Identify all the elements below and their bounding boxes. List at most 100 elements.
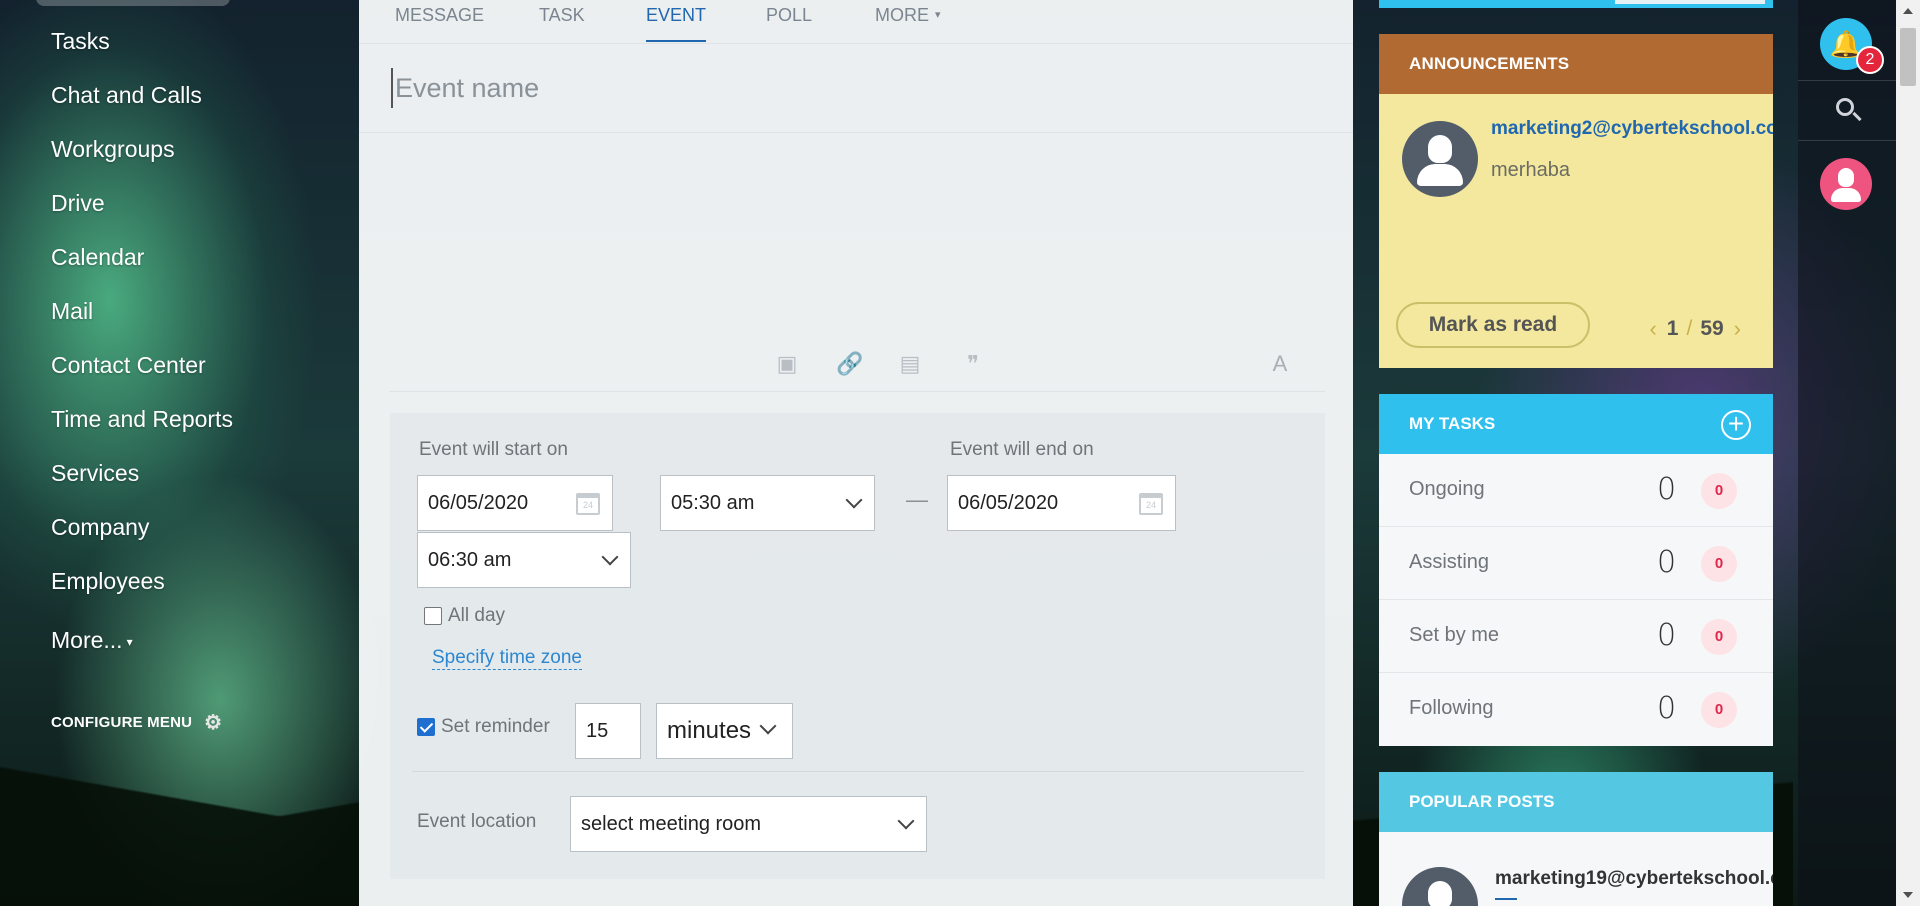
reminder-unit-value: minutes — [667, 717, 752, 744]
location-value: select meeting room — [581, 812, 762, 835]
user-profile-icon[interactable] — [1820, 158, 1872, 210]
mark-as-read-button[interactable]: Mark as read — [1396, 302, 1590, 348]
tab-task[interactable]: TASK — [539, 2, 585, 42]
chevron-right-icon[interactable]: › — [1734, 316, 1741, 342]
sidebar-item-more-label: More... — [51, 627, 123, 653]
announcement-message: merhaba — [1491, 159, 1570, 181]
start-time-select[interactable]: 05:30 am — [660, 475, 875, 531]
event-location-label: Event location — [417, 811, 537, 832]
start-time-value: 05:30 am — [671, 491, 755, 514]
task-row-count: 0 — [1657, 472, 1677, 507]
task-row-badge: 0 — [1701, 619, 1737, 655]
task-row-label: Assisting — [1409, 551, 1490, 573]
pager-total: 59 — [1700, 317, 1724, 340]
avatar[interactable] — [1402, 867, 1478, 906]
calendar-icon[interactable]: 24 — [576, 493, 600, 515]
task-row-assisting[interactable]: Assisting 0 0 — [1379, 527, 1773, 600]
set-reminder-checkbox[interactable] — [417, 718, 435, 736]
end-time-select[interactable]: 06:30 am — [417, 532, 631, 588]
page-scrollbar[interactable] — [1896, 0, 1920, 906]
scrollbar-thumb[interactable] — [1900, 28, 1916, 86]
sidebar-item-workgroups[interactable]: Workgroups — [51, 136, 175, 163]
pager-current: 1 — [1666, 317, 1679, 340]
video-icon[interactable]: ▤ — [894, 348, 926, 380]
end-time-value: 06:30 am — [428, 548, 512, 571]
all-day-checkbox[interactable] — [424, 607, 442, 625]
reminder-value: 15 — [586, 719, 609, 742]
sidebar-item-tasks[interactable]: Tasks — [51, 28, 110, 55]
reminder-unit-select[interactable]: minutes — [656, 703, 793, 759]
announcement-author[interactable]: marketing2@cybertekschool.com — [1491, 118, 1773, 140]
configure-menu-button[interactable]: CONFIGURE MENU ⚙ — [51, 710, 222, 735]
event-name-input[interactable] — [391, 68, 1321, 108]
divider — [412, 771, 1304, 772]
task-row-label: Following — [1409, 697, 1494, 719]
task-row-badge: 0 — [1701, 546, 1737, 582]
top-widget-edge — [1379, 0, 1773, 8]
divider — [359, 132, 1353, 133]
scroll-up-icon[interactable] — [1903, 8, 1913, 14]
chevron-down-icon: ▾ — [126, 634, 133, 649]
search-icon[interactable] — [1834, 96, 1864, 126]
my-tasks-title: MY TASKS — [1409, 414, 1496, 433]
start-date-value: 06/05/2020 — [428, 491, 529, 514]
reminder-value-input[interactable]: 15 — [575, 703, 641, 759]
text-format-icon[interactable]: A — [1264, 348, 1296, 380]
chevron-down-icon — [845, 491, 863, 509]
gear-icon: ⚙ — [204, 712, 223, 734]
chevron-left-icon[interactable]: ‹ — [1649, 316, 1656, 342]
calendar-icon[interactable]: 24 — [1139, 493, 1163, 515]
chevron-down-icon — [759, 717, 777, 735]
task-row-count: 0 — [1657, 618, 1677, 653]
popular-post-link[interactable] — [1495, 896, 1517, 900]
location-select[interactable]: select meeting room — [570, 796, 927, 852]
specify-time-zone-link[interactable]: Specify time zone — [432, 647, 582, 670]
announcements-widget: ANNOUNCEMENTS marketing2@cybertekschool.… — [1379, 34, 1773, 368]
divider — [1798, 80, 1896, 81]
tab-poll[interactable]: POLL — [766, 2, 812, 42]
avatar[interactable] — [1402, 121, 1478, 197]
tab-message[interactable]: MESSAGE — [395, 2, 484, 42]
sidebar-top-pill[interactable] — [36, 0, 230, 6]
sidebar-item-more[interactable]: More... ▾ — [51, 627, 133, 654]
task-row-label: Ongoing — [1409, 478, 1485, 500]
left-sidebar: Tasks Chat and Calls Workgroups Drive Ca… — [0, 0, 358, 906]
sidebar-item-time-and-reports[interactable]: Time and Reports — [51, 406, 233, 433]
task-row-badge: 0 — [1701, 692, 1737, 728]
add-task-icon[interactable]: + — [1721, 410, 1751, 440]
sidebar-item-chat-and-calls[interactable]: Chat and Calls — [51, 82, 202, 109]
upload-icon[interactable]: ▣ — [771, 348, 803, 380]
task-row-count: 0 — [1657, 545, 1677, 580]
editor-toolbar: ▣ 🔗 ▤ ❞ A — [389, 342, 1325, 392]
date-range-dash: — — [906, 487, 928, 512]
end-label: Event will end on — [950, 439, 1094, 460]
popular-post-author[interactable]: marketing19@cybertekschool.com — [1495, 868, 1773, 890]
announcements-title: ANNOUNCEMENTS — [1379, 34, 1773, 94]
all-day-label: All day — [448, 605, 506, 626]
sidebar-item-employees[interactable]: Employees — [51, 568, 165, 595]
link-icon[interactable]: 🔗 — [834, 348, 866, 380]
sidebar-item-services[interactable]: Services — [51, 460, 139, 487]
chevron-down-icon — [601, 548, 619, 566]
sidebar-item-company[interactable]: Company — [51, 514, 149, 541]
end-date-value: 06/05/2020 — [958, 491, 1059, 514]
tab-event[interactable]: EVENT — [646, 2, 707, 42]
popular-posts-title: POPULAR POSTS — [1379, 772, 1773, 832]
set-reminder-label: Set reminder — [441, 716, 550, 737]
task-row-set-by-me[interactable]: Set by me 0 0 — [1379, 600, 1773, 673]
sidebar-item-mail[interactable]: Mail — [51, 298, 93, 325]
task-row-badge: 0 — [1701, 473, 1737, 509]
sidebar-item-drive[interactable]: Drive — [51, 190, 105, 217]
start-date-field[interactable]: 06/05/2020 24 — [417, 475, 613, 531]
tab-more[interactable]: MORE ▾ — [875, 2, 941, 42]
scroll-down-icon[interactable] — [1903, 892, 1913, 898]
divider — [1798, 140, 1896, 141]
sidebar-item-calendar[interactable]: Calendar — [51, 244, 144, 271]
task-row-label: Set by me — [1409, 624, 1500, 646]
task-row-ongoing[interactable]: Ongoing 0 0 — [1379, 454, 1773, 527]
quote-icon[interactable]: ❞ — [957, 348, 989, 380]
sidebar-item-contact-center[interactable]: Contact Center — [51, 352, 206, 379]
task-row-count: 0 — [1657, 691, 1677, 726]
end-date-field[interactable]: 06/05/2020 24 — [947, 475, 1176, 531]
task-row-following[interactable]: Following 0 0 — [1379, 673, 1773, 746]
